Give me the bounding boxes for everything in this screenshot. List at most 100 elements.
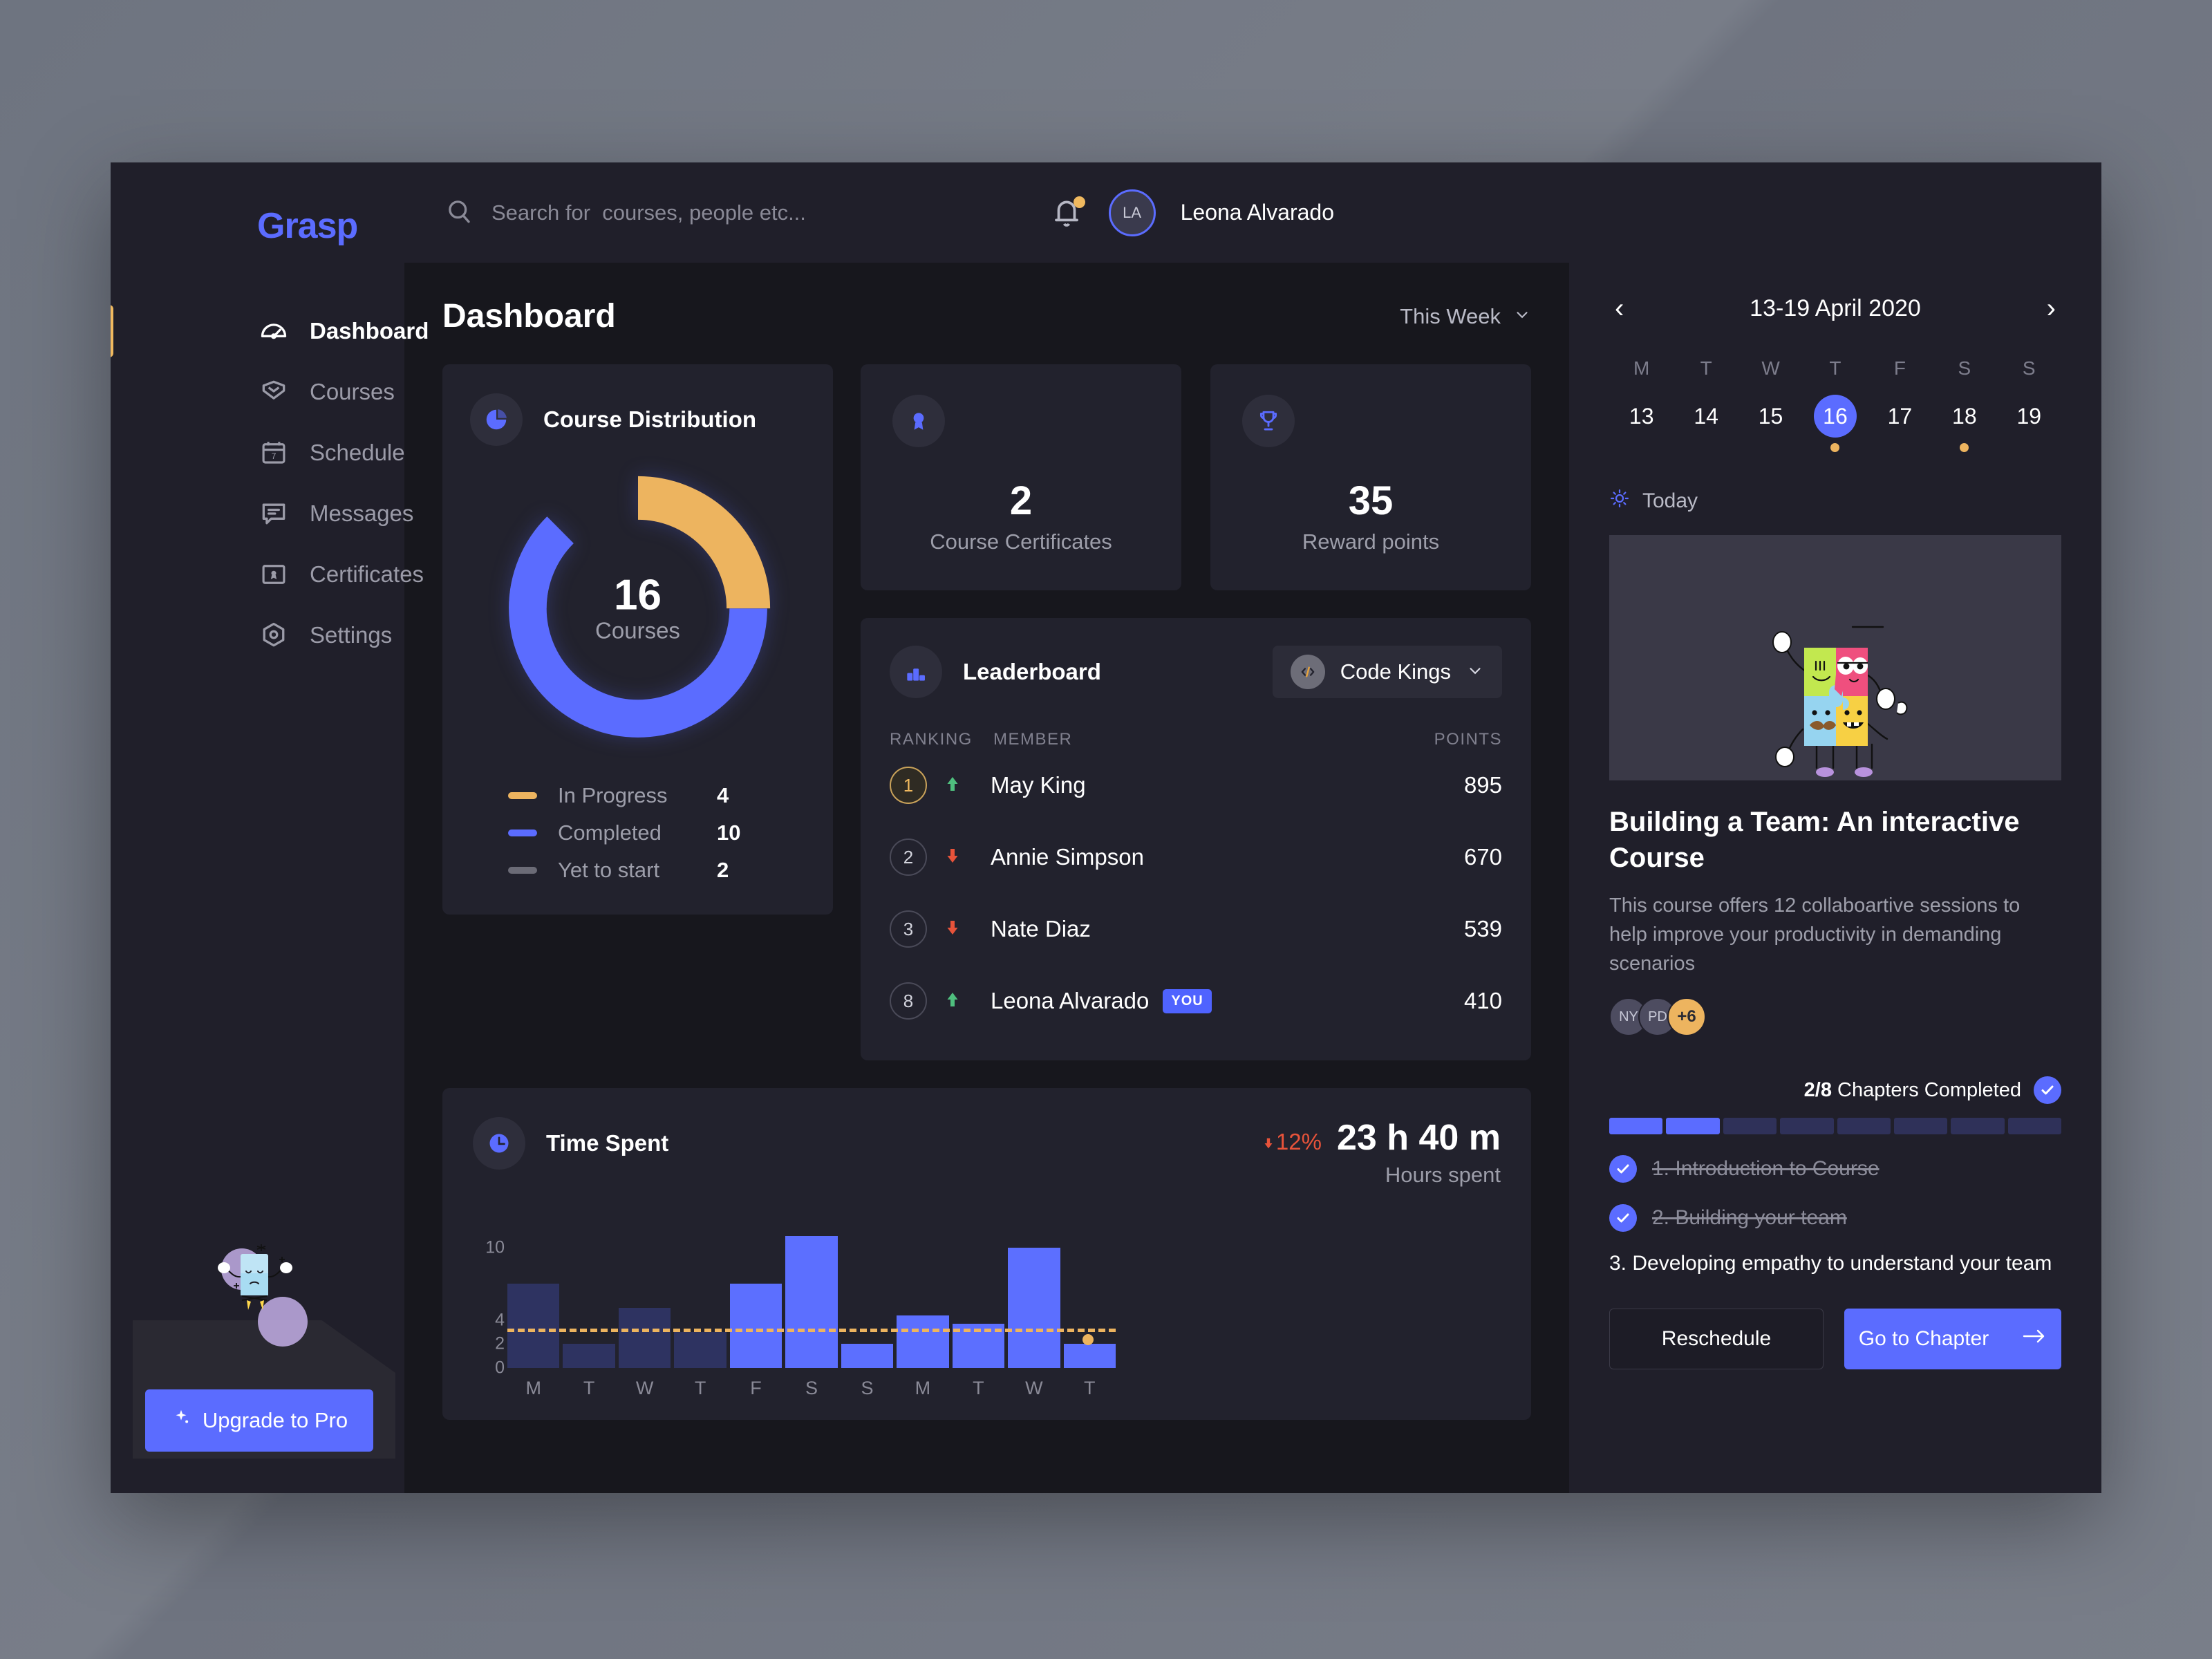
notifications-bell-icon[interactable]	[1049, 195, 1085, 231]
x-axis: MTWTFSSMTWT	[507, 1378, 1116, 1399]
avatar[interactable]: LA	[1108, 189, 1156, 236]
calendar-date-number: 15	[1758, 403, 1783, 429]
topbar-right: LA Leona Alvarado	[1049, 189, 2101, 236]
calendar-date[interactable]: 15	[1738, 395, 1803, 452]
bar	[563, 1344, 615, 1368]
card-header: Course Distribution	[470, 393, 805, 446]
bar	[507, 1284, 560, 1368]
legend-value: 2	[717, 858, 729, 882]
x-tick-label: W	[635, 1378, 654, 1398]
sidebar-item-label: Certificates	[310, 561, 424, 587]
card-title: Time Spent	[546, 1130, 669, 1156]
rank-badge: 8	[890, 982, 927, 1020]
table-row[interactable]: 1 May King 895	[890, 749, 1502, 821]
legend-swatch	[508, 830, 537, 836]
calendar-day-name: W	[1761, 357, 1780, 379]
team-dropdown[interactable]: Code Kings	[1272, 646, 1502, 698]
range-filter-label: This Week	[1400, 303, 1501, 328]
x-tick-label: T	[694, 1378, 706, 1398]
go-to-chapter-button[interactable]: Go to Chapter	[1844, 1308, 2061, 1369]
sidebar-item-messages[interactable]: Messages	[111, 483, 413, 544]
x-tick-label: M	[915, 1378, 931, 1398]
gear-icon	[257, 619, 290, 652]
team-name: Code Kings	[1340, 659, 1451, 684]
courses-icon	[257, 375, 290, 409]
column-member: MEMBER	[993, 730, 1073, 749]
calendar-range-label: 13-19 April 2020	[1750, 295, 1921, 321]
sidebar-item-dashboard[interactable]: Dashboard	[111, 301, 429, 362]
sparkle-icon	[171, 1407, 191, 1434]
chapters-progress-rest: Chapters Completed	[1831, 1078, 2021, 1101]
chevron-right-icon[interactable]: ›	[2041, 293, 2061, 324]
stat-value: 2	[1009, 478, 1033, 523]
chevron-left-icon[interactable]: ‹	[1609, 293, 1629, 324]
calendar-event-dot	[1830, 443, 1840, 452]
bar	[897, 1315, 949, 1368]
member-cell: Nate Diaz	[963, 916, 1405, 942]
legend-label: Yet to start	[558, 858, 660, 882]
calendar-date[interactable]: 18	[1932, 395, 1996, 452]
card-title: Leaderboard	[963, 659, 1101, 684]
chevron-down-icon	[1466, 662, 1484, 683]
chapter-item[interactable]: 2. Building your team	[1609, 1203, 2061, 1232]
trophy-icon	[1242, 395, 1295, 447]
calendar-event-dot	[1895, 443, 1904, 452]
column-points: POINTS	[1434, 730, 1502, 749]
chevron-down-icon	[1513, 304, 1531, 329]
sidebar-item-label: Dashboard	[310, 318, 429, 344]
content-area: Dashboard This Week Course Distribution …	[404, 263, 2101, 1493]
upgrade-to-pro-button[interactable]: Upgrade to Pro	[145, 1389, 373, 1452]
chapter-label: 3. Developing empathy to understand your…	[1609, 1252, 2052, 1275]
calendar-event-dot	[2025, 443, 2034, 452]
calendar-date[interactable]: 16	[1803, 395, 1867, 452]
column-ranking: RANKING	[890, 730, 973, 749]
member-cell: May King	[963, 772, 1405, 798]
calendar-date[interactable]: 14	[1674, 395, 1738, 452]
chapter-item[interactable]: 3. Developing empathy to understand your…	[1609, 1250, 2061, 1278]
search-input[interactable]	[491, 200, 975, 225]
you-badge: YOU	[1163, 988, 1212, 1013]
table-row[interactable]: 2 Annie Simpson 670	[890, 821, 1502, 893]
points-value: 410	[1463, 988, 1502, 1013]
chapters-progress-label: 2/8 Chapters Completed	[1804, 1079, 2021, 1102]
x-tick-label: F	[750, 1378, 762, 1398]
member-avatar-more[interactable]: +6	[1667, 997, 1706, 1037]
today-marker: Today	[1609, 488, 2061, 514]
chapter-item[interactable]: 1. Introduction to Course	[1609, 1155, 2061, 1183]
calendar-date[interactable]: 17	[1868, 395, 1932, 452]
legend-label: In Progress	[558, 783, 668, 807]
x-tick-label: T	[583, 1378, 595, 1398]
calendar-date[interactable]: 13	[1609, 395, 1674, 452]
upgrade-label: Upgrade to Pro	[202, 1408, 348, 1432]
bar	[1063, 1344, 1116, 1368]
svg-text:7: 7	[272, 451, 276, 461]
stat-label: Reward points	[1302, 529, 1440, 554]
legend-swatch	[508, 792, 537, 799]
progress-segment	[1780, 1118, 1834, 1135]
table-row[interactable]: 8 Leona Alvarado YOU 410	[890, 965, 1502, 1037]
progress-segment	[1666, 1118, 1720, 1135]
calendar-date[interactable]: 19	[1997, 395, 2061, 452]
y-axis: 10 4 2 0	[473, 1226, 505, 1378]
rank-badge: 2	[890, 838, 927, 876]
reschedule-button[interactable]: Reschedule	[1609, 1308, 1824, 1369]
progress-segment	[1951, 1118, 2005, 1135]
trend-up-icon	[942, 774, 963, 798]
legend-value: 10	[717, 821, 741, 845]
sidebar-item-schedule[interactable]: 7 Schedule	[111, 422, 405, 483]
sidebar-item-certificates[interactable]: Certificates	[111, 544, 424, 605]
member-name: Leona Alvarado	[991, 988, 1150, 1013]
range-filter-dropdown[interactable]: This Week	[1400, 304, 1531, 329]
calendar-date-number: 14	[1694, 403, 1718, 429]
sidebar-item-settings[interactable]: Settings	[111, 605, 404, 666]
sidebar-item-courses[interactable]: Courses	[111, 362, 404, 422]
search-bar[interactable]	[444, 196, 1049, 229]
certificate-icon	[257, 558, 290, 591]
table-row[interactable]: 3 Nate Diaz 539	[890, 893, 1502, 965]
sidebar: Grasp Dashboard Courses 7 Schedule Messa…	[111, 162, 429, 1493]
today-label: Today	[1642, 489, 1698, 512]
y-tick-label: 10	[485, 1237, 505, 1257]
calendar-day-names: MTWTFSS	[1609, 357, 2061, 379]
time-spent-card: Time Spent 12% 23 h 40 m Hours spent 10 …	[442, 1088, 1531, 1420]
time-spent-value: 23 h 40 m	[1336, 1118, 1501, 1158]
